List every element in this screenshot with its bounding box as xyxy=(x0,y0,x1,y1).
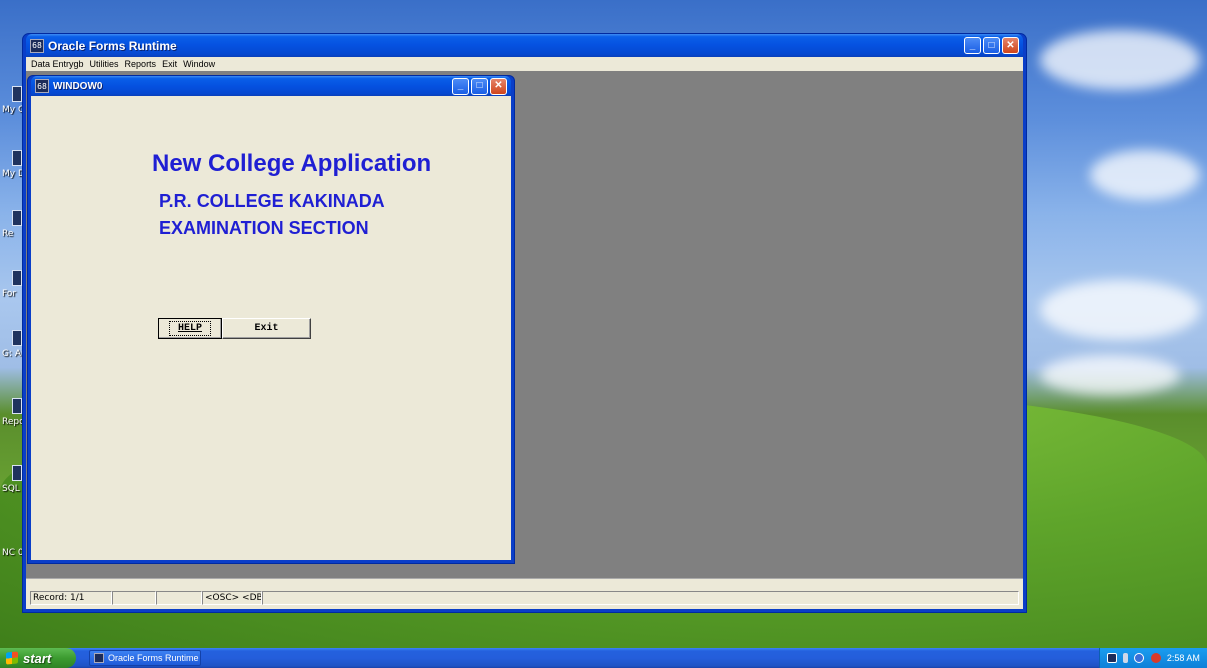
desktop-icon-label: Re xyxy=(2,229,14,239)
tray-app-icon[interactable] xyxy=(1107,653,1118,663)
desktop-icon-glyph xyxy=(12,398,22,414)
close-button[interactable]: ✕ xyxy=(490,77,507,95)
form-window-title: WINDOW0 xyxy=(53,80,103,92)
menu-exit[interactable]: Exit xyxy=(159,59,180,69)
taskbar: start Oracle Forms Runtime 2:58 AM xyxy=(0,648,1207,668)
osc-dbg-indicator: <OSC> <DBG> xyxy=(202,591,262,605)
desktop-icon-glyph xyxy=(12,150,22,166)
exit-button[interactable]: Exit xyxy=(222,318,311,339)
wallpaper-cloud xyxy=(1040,280,1200,340)
form-window-titlebar[interactable]: 68 WINDOW0 _ □ ✕ xyxy=(31,76,511,96)
wallpaper-cloud xyxy=(1040,30,1200,90)
system-tray: 2:58 AM xyxy=(1099,648,1207,668)
desktop-icon-glyph xyxy=(12,86,22,102)
status-cell xyxy=(262,591,1019,605)
status-cell xyxy=(112,591,156,605)
window-titlebar[interactable]: 68 Oracle Forms Runtime _ □ ✕ xyxy=(26,34,1023,57)
desktop-icon-glyph xyxy=(12,465,22,481)
window-client: Data Entrygb Utilities Reports Exit Wind… xyxy=(26,57,1023,609)
desktop-icon-label: SQL xyxy=(2,484,20,494)
wallpaper-cloud xyxy=(1040,355,1180,395)
close-button[interactable]: ✕ xyxy=(1002,37,1019,54)
tray-network-icon[interactable] xyxy=(1123,653,1129,663)
menu-reports[interactable]: Reports xyxy=(122,59,160,69)
minimize-button[interactable]: _ xyxy=(452,77,469,95)
desktop-icon-glyph xyxy=(12,330,22,346)
tray-security-icon[interactable] xyxy=(1150,653,1161,663)
desktop-icon-label: For xyxy=(2,289,17,299)
window-title: Oracle Forms Runtime xyxy=(48,38,177,53)
desktop-icon-label: My C xyxy=(2,105,25,115)
oracle-app-icon: 68 xyxy=(30,38,44,53)
taskbar-item-oracle-forms[interactable]: Oracle Forms Runtime xyxy=(89,650,201,666)
form-heading: New College Application xyxy=(152,150,432,177)
taskbar-clock[interactable]: 2:58 AM xyxy=(1167,653,1200,663)
start-label: start xyxy=(23,650,52,666)
oracle-app-icon: 68 xyxy=(35,79,49,93)
minimize-button[interactable]: _ xyxy=(964,37,981,54)
menu-window[interactable]: Window xyxy=(180,59,218,69)
status-bar: Record: 1/1 <OSC> <DBG> xyxy=(26,578,1023,609)
start-button[interactable]: start xyxy=(0,648,76,668)
mdi-area: 68 WINDOW0 _ □ ✕ New College Application… xyxy=(26,71,1023,578)
form-canvas: New College Application P.R. COLLEGE KAK… xyxy=(31,96,511,560)
tray-volume-icon[interactable] xyxy=(1134,653,1145,663)
windows-logo-icon xyxy=(6,651,18,665)
maximize-button[interactable]: □ xyxy=(983,37,1000,54)
wallpaper-cloud xyxy=(1090,150,1200,200)
status-cell xyxy=(156,591,202,605)
menu-data-entry[interactable]: Data Entrygb xyxy=(28,59,87,69)
menu-utilities[interactable]: Utilities xyxy=(87,59,122,69)
record-indicator: Record: 1/1 xyxy=(30,591,112,605)
college-name: P.R. COLLEGE KAKINADA xyxy=(159,191,385,211)
menu-bar: Data Entrygb Utilities Reports Exit Wind… xyxy=(26,57,1023,71)
maximize-button[interactable]: □ xyxy=(471,77,488,95)
desktop-icon-glyph xyxy=(12,210,22,226)
oracle-app-icon xyxy=(94,653,104,663)
help-button-label: HELP xyxy=(168,321,211,336)
taskbar-item-label: Oracle Forms Runtime xyxy=(108,653,199,663)
help-button[interactable]: HELP xyxy=(158,318,222,339)
form-window: 68 WINDOW0 _ □ ✕ New College Application… xyxy=(27,75,515,564)
oracle-forms-window: 68 Oracle Forms Runtime _ □ ✕ Data Entry… xyxy=(22,33,1027,613)
section-name: EXAMINATION SECTION xyxy=(159,218,369,238)
desktop-icon-glyph xyxy=(12,270,22,286)
